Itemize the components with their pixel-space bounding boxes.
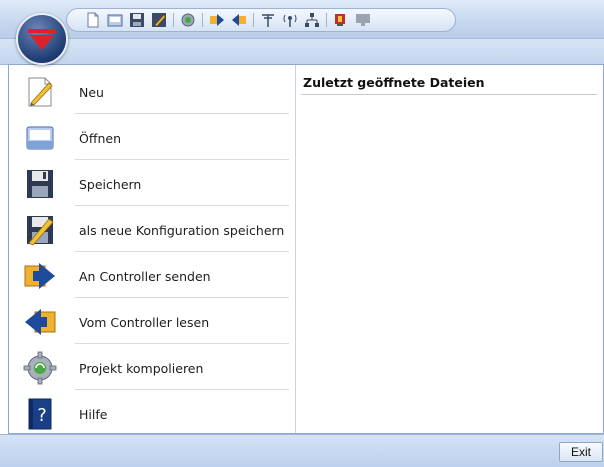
svg-text:?: ?	[37, 405, 47, 426]
qat-save-as-icon[interactable]	[151, 12, 167, 28]
menu-item-compile-project[interactable]: Projekt kompolieren	[9, 345, 295, 391]
exit-button[interactable]: Exit	[559, 442, 603, 462]
qat-new-icon[interactable]	[85, 12, 101, 28]
qat-save-icon[interactable]	[129, 12, 145, 28]
qat-open-icon[interactable]	[107, 12, 123, 28]
send-to-controller-icon	[24, 263, 55, 289]
qat-separator	[173, 13, 174, 27]
qat-monitor-icon[interactable]	[355, 12, 371, 28]
quick-access-toolbar	[66, 8, 456, 32]
qat-separator	[253, 13, 254, 27]
read-from-controller-icon	[25, 309, 56, 335]
menu-item-new[interactable]: Neu	[9, 69, 295, 115]
menu-item-save-as-config[interactable]: als neue Konfiguration speichern	[9, 207, 295, 253]
qat-device-icon[interactable]	[333, 12, 349, 28]
recent-files-divider	[301, 94, 597, 95]
application-menu-button[interactable]	[16, 13, 68, 65]
save-as-icon	[27, 216, 54, 246]
menu-item-label: An Controller senden	[79, 268, 211, 284]
menu-separator	[75, 343, 289, 344]
menu-separator	[75, 251, 289, 252]
application-menu: Neu Öffnen Speichern als neue Konfigurat…	[8, 64, 604, 434]
menu-item-help[interactable]: ? Hilfe	[9, 391, 295, 437]
menu-separator	[75, 113, 289, 114]
qat-separator	[326, 13, 327, 27]
qat-wireless-icon[interactable]	[282, 12, 298, 28]
menu-item-label: Speichern	[79, 176, 142, 192]
menu-item-open[interactable]: Öffnen	[9, 115, 295, 161]
menu-item-send-to-controller[interactable]: An Controller senden	[9, 253, 295, 299]
menu-separator	[75, 159, 289, 160]
app-logo-icon	[28, 29, 56, 50]
menu-list: Neu Öffnen Speichern als neue Konfigurat…	[9, 65, 296, 433]
recent-files-title: Zuletzt geöffnete Dateien	[303, 75, 485, 90]
menu-item-label: Hilfe	[79, 406, 108, 422]
menu-item-label: als neue Konfiguration speichern	[79, 222, 285, 238]
menu-item-label: Projekt kompolieren	[79, 360, 204, 376]
compile-icon	[23, 351, 57, 385]
menu-separator	[75, 205, 289, 206]
menu-item-label: Neu	[79, 84, 104, 100]
menu-item-read-from-controller[interactable]: Vom Controller lesen	[9, 299, 295, 345]
menu-item-label: Öffnen	[79, 130, 121, 146]
save-icon	[27, 170, 53, 198]
open-icon	[26, 126, 54, 150]
menu-separator	[75, 297, 289, 298]
help-icon: ?	[28, 398, 52, 430]
menu-separator	[75, 389, 289, 390]
new-document-icon	[28, 77, 53, 107]
qat-network-icon[interactable]	[304, 12, 320, 28]
ribbon-strip	[0, 39, 604, 65]
qat-antenna-icon[interactable]	[260, 12, 276, 28]
menu-item-label: Vom Controller lesen	[79, 314, 210, 330]
qat-compile-icon[interactable]	[180, 12, 196, 28]
qat-send-icon[interactable]	[209, 12, 225, 28]
qat-read-icon[interactable]	[231, 12, 247, 28]
menu-item-save[interactable]: Speichern	[9, 161, 295, 207]
menu-footer: Exit	[0, 434, 604, 467]
qat-separator	[202, 13, 203, 27]
recent-files-panel: Zuletzt geöffnete Dateien	[295, 65, 603, 433]
